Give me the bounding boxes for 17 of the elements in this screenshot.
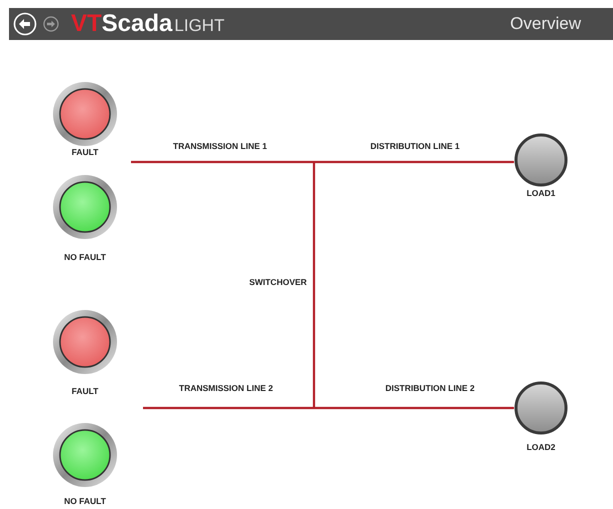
load-icon (514, 382, 568, 434)
line-label: DISTRIBUTION LINE 1 (370, 141, 460, 151)
indicator-label: FAULT (72, 147, 98, 157)
switchover-label: SWITCHOVER (249, 277, 307, 287)
forward-icon[interactable] (43, 16, 59, 32)
logo: VTScadaLIGHT (71, 12, 224, 36)
indicator-label: NO FAULT (64, 496, 106, 506)
line-label: TRANSMISSION LINE 1 (173, 141, 267, 151)
indicator-label: NO FAULT (64, 252, 106, 262)
back-icon[interactable] (13, 12, 37, 36)
screen-title: Overview (510, 14, 581, 34)
line-label: DISTRIBUTION LINE 2 (385, 383, 475, 393)
load-icon (514, 134, 568, 186)
line-label: TRANSMISSION LINE 2 (179, 383, 273, 393)
indicator-label: FAULT (72, 386, 98, 396)
load-label: LOAD2 (526, 442, 556, 452)
load-label: LOAD1 (526, 188, 556, 198)
